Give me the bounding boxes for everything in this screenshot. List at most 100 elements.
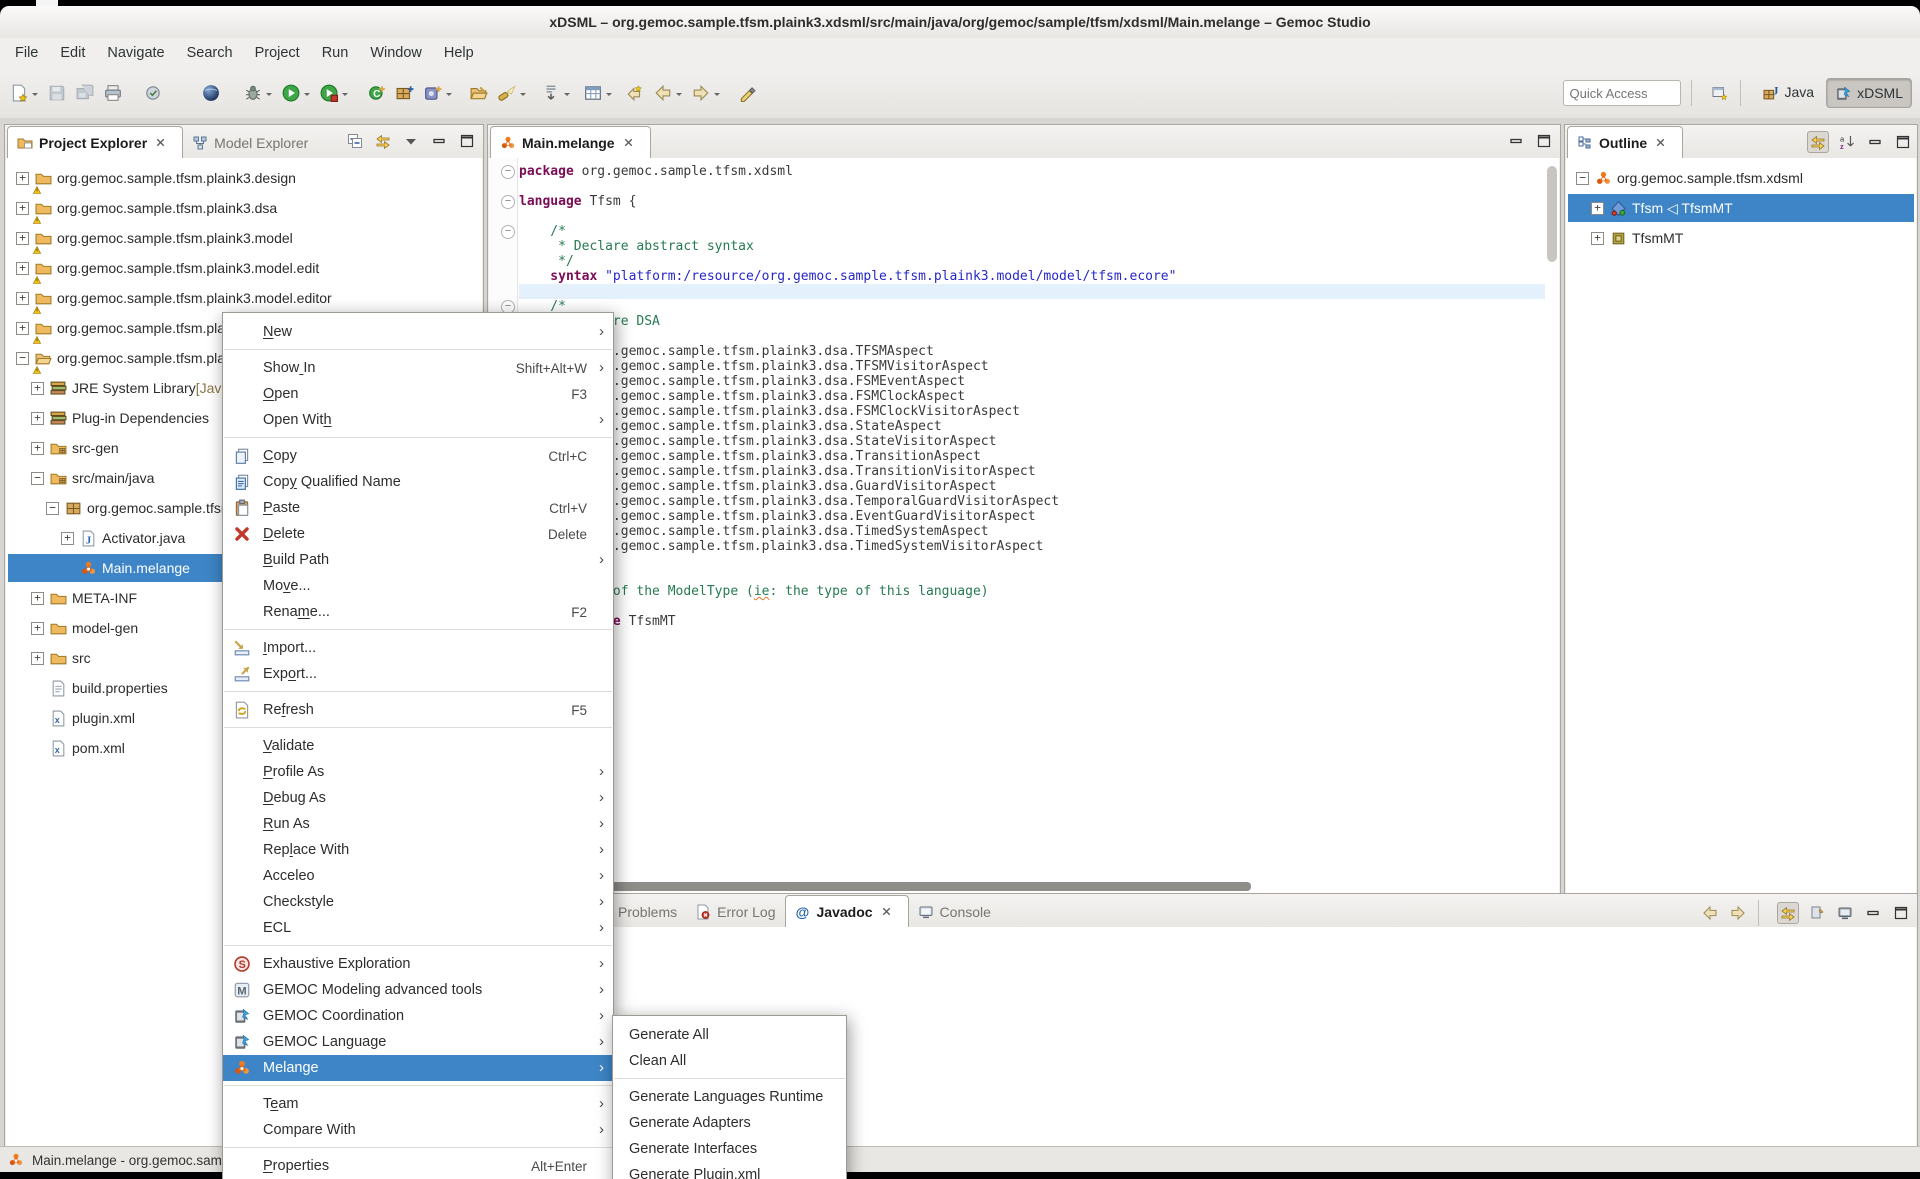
dropdown-caret-icon[interactable] <box>342 93 348 99</box>
context-menu-item-copy-qualified-name[interactable]: Copy Qualified Name <box>223 469 613 495</box>
editor-tab-main-melange[interactable]: Main.melange <box>490 126 651 158</box>
dropdown-caret-icon[interactable] <box>676 93 682 99</box>
menubar-item-window[interactable]: Window <box>359 38 433 68</box>
quick-access-input[interactable] <box>1563 80 1681 106</box>
expand-icon[interactable]: + <box>31 622 44 635</box>
expand-icon[interactable]: + <box>31 592 44 605</box>
search-button[interactable] <box>498 81 526 105</box>
forward-nav-button[interactable] <box>1728 903 1748 923</box>
expand-icon[interactable]: + <box>16 232 29 245</box>
tree-item-org-gemoc-sample-tfsm-plaink3-dsa[interactable]: +org.gemoc.sample.tfsm.plaink3.dsa <box>8 194 480 222</box>
tree-item-tfsmmt[interactable]: +TfsmMT <box>1568 224 1914 252</box>
open-perspective-button[interactable] <box>1710 83 1730 103</box>
coverage-button[interactable] <box>320 81 348 105</box>
context-menu-item-replace-with[interactable]: Replace With› <box>223 837 613 863</box>
outline-tab-outline[interactable]: Outline <box>1567 126 1683 158</box>
context-menu-item-new[interactable]: New› <box>223 319 613 345</box>
expand-icon[interactable]: + <box>16 262 29 275</box>
context-menu-item-validate[interactable]: Validate <box>223 733 613 759</box>
sort-button[interactable]: az <box>1837 132 1857 152</box>
mark-occurrences-button[interactable] <box>738 81 756 105</box>
link-with-editor-button[interactable] <box>1777 902 1799 924</box>
forward-button[interactable] <box>692 81 720 105</box>
print-button[interactable] <box>104 81 122 105</box>
dropdown-caret-icon[interactable] <box>32 93 38 99</box>
expand-icon[interactable]: + <box>16 292 29 305</box>
new-package-button[interactable] <box>396 81 414 105</box>
explorer-tab-project-explorer[interactable]: Project Explorer <box>7 126 183 158</box>
dropdown-caret-icon[interactable] <box>520 93 526 99</box>
view-tab-error-log[interactable]: Error Log <box>686 897 784 927</box>
context-menu-item-exhaustive-exploration[interactable]: SExhaustive Exploration› <box>223 951 613 977</box>
tree-item-org-gemoc-sample-tfsm-plaink3-model[interactable]: +org.gemoc.sample.tfsm.plaink3.model <box>8 224 480 252</box>
expand-icon[interactable]: + <box>31 652 44 665</box>
maximize-button[interactable] <box>1891 903 1911 923</box>
perspective-button-xdsml[interactable]: xDSML <box>1826 78 1912 108</box>
context-menu-item-team[interactable]: Team› <box>223 1091 613 1117</box>
expand-icon[interactable]: + <box>16 202 29 215</box>
back-button[interactable] <box>654 81 682 105</box>
context-menu-item-ecl[interactable]: ECL› <box>223 915 613 941</box>
expand-icon[interactable]: + <box>1591 202 1604 215</box>
collapse-all-button[interactable] <box>345 131 365 151</box>
context-menu-item-gemoc-coordination[interactable]: GEMOC Coordination› <box>223 1003 613 1029</box>
context-menu-item-gemoc-modeling-advanced-tools[interactable]: MGEMOC Modeling advanced tools› <box>223 977 613 1003</box>
tree-item-org-gemoc-sample-tfsm-plaink3-model-edit[interactable]: +org.gemoc.sample.tfsm.plaink3.model.edi… <box>8 254 480 282</box>
close-tab-icon[interactable] <box>154 136 167 149</box>
minimize-button[interactable] <box>1863 903 1883 923</box>
dropdown-caret-icon[interactable] <box>446 93 452 99</box>
context-menu-item-rename[interactable]: Rename...F2 <box>223 599 613 625</box>
link-with-editor-button[interactable] <box>373 131 393 151</box>
menubar-item-help[interactable]: Help <box>433 38 485 68</box>
expand-icon[interactable]: + <box>31 412 44 425</box>
close-tab-icon[interactable] <box>880 905 893 918</box>
save-button[interactable] <box>48 81 66 105</box>
close-tab-icon[interactable] <box>1654 136 1667 149</box>
collapse-icon[interactable]: − <box>31 472 44 485</box>
context-menu-item-run-as[interactable]: Run As› <box>223 811 613 837</box>
context-menu-item-acceleo[interactable]: Acceleo› <box>223 863 613 889</box>
close-tab-icon[interactable] <box>622 136 635 149</box>
context-menu-item-checkstyle[interactable]: Checkstyle› <box>223 889 613 915</box>
code-editor[interactable]: −−−− package org.gemoc.sample.tfsm.xdsml… <box>489 158 1559 893</box>
maximize-button[interactable] <box>457 131 477 151</box>
submenu-item-generate-interfaces[interactable]: Generate Interfaces <box>613 1136 846 1162</box>
context-menu-item-import[interactable]: Import... <box>223 635 613 661</box>
maximize-button[interactable] <box>1534 131 1554 151</box>
context-menu-item-copy[interactable]: CopyCtrl+C <box>223 443 613 469</box>
minimize-button[interactable] <box>1506 131 1526 151</box>
dropdown-caret-icon[interactable] <box>266 93 272 99</box>
context-menu-item-debug-as[interactable]: Debug As› <box>223 785 613 811</box>
context-menu-item-build-path[interactable]: Build Path› <box>223 547 613 573</box>
editor-vertical-scrollbar[interactable] <box>1547 166 1557 262</box>
context-menu-item-open-with[interactable]: Open With› <box>223 407 613 433</box>
back-nav-button[interactable] <box>1700 903 1720 923</box>
submenu-item-generate-adapters[interactable]: Generate Adapters <box>613 1110 846 1136</box>
menubar-item-navigate[interactable]: Navigate <box>96 38 175 68</box>
dropdown-caret-icon[interactable] <box>714 93 720 99</box>
fold-collapse-icon[interactable]: − <box>501 165 515 179</box>
context-menu-item-gemoc-language[interactable]: GEMOC Language› <box>223 1029 613 1055</box>
new-wizard-button[interactable] <box>10 81 38 105</box>
menubar-item-run[interactable]: Run <box>311 38 360 68</box>
console-view-button[interactable] <box>1835 903 1855 923</box>
view-tab-javadoc[interactable]: @Javadoc <box>785 895 909 927</box>
expand-icon[interactable]: + <box>16 172 29 185</box>
last-edit-location-button[interactable] <box>626 81 644 105</box>
expand-icon[interactable]: + <box>31 442 44 455</box>
collapse-icon[interactable]: − <box>16 352 29 365</box>
link-with-editor-button[interactable] <box>1807 131 1829 153</box>
submenu-item-generate-languages-runtime[interactable]: Generate Languages Runtime <box>613 1084 846 1110</box>
context-menu-item-melange[interactable]: Melange› <box>223 1055 613 1081</box>
new-class-button[interactable]: C <box>368 81 386 105</box>
expand-icon[interactable]: + <box>1591 232 1604 245</box>
tree-item-tfsm-tfsmmt[interactable]: +Tfsm ◁ TfsmMT <box>1568 194 1914 222</box>
menubar-item-file[interactable]: File <box>4 38 49 68</box>
save-all-button[interactable] <box>76 81 94 105</box>
task-button[interactable] <box>144 81 162 105</box>
tree-item-org-gemoc-sample-tfsm-plaink3-design[interactable]: +org.gemoc.sample.tfsm.plaink3.design <box>8 164 480 192</box>
menubar-item-project[interactable]: Project <box>244 38 311 68</box>
context-menu-item-move[interactable]: Move... <box>223 573 613 599</box>
minimize-button[interactable] <box>1865 132 1885 152</box>
fold-collapse-icon[interactable]: − <box>501 195 515 209</box>
